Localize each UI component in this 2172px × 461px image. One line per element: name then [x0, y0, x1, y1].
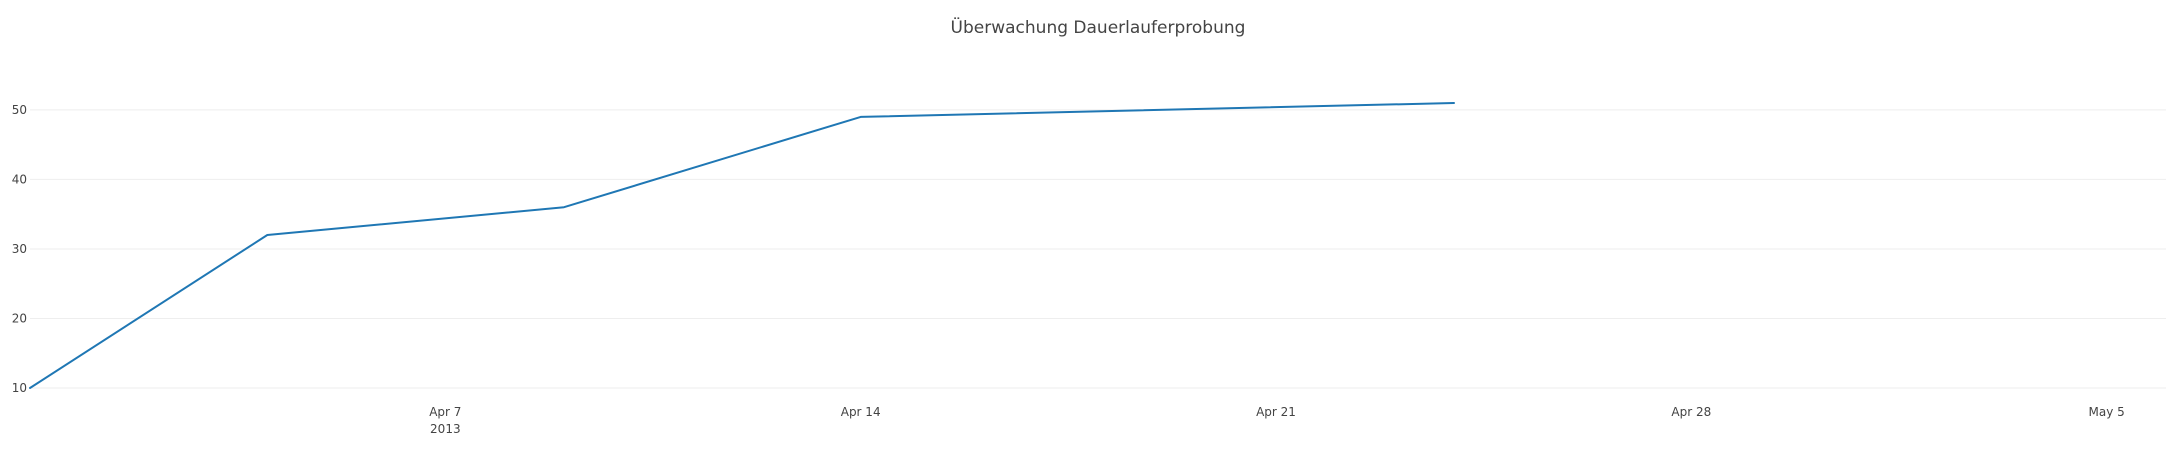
data-point: [1451, 100, 1457, 106]
y-axis-ticks: 10 20 30 40 50: [12, 103, 27, 395]
y-tick-label: 40: [12, 172, 27, 186]
x-tick-label: Apr 21: [1256, 405, 1296, 419]
y-tick-label: 10: [12, 381, 27, 395]
data-point: [27, 385, 33, 391]
y-tick-label: 50: [12, 103, 27, 117]
chart-container: Überwachung Dauerlauferprobung 10 20 30 40 5…: [0, 0, 2172, 461]
x-tick-label: Apr 7: [429, 405, 461, 419]
x-tick-label: Apr 14: [841, 405, 881, 419]
x-tick-year-label: 2013: [430, 422, 461, 436]
x-tick-label: Apr 28: [1671, 405, 1711, 419]
data-point: [264, 232, 270, 238]
series-layer: [27, 100, 1457, 391]
y-tick-label: 30: [12, 242, 27, 256]
data-point: [858, 114, 864, 120]
series-line: [29, 102, 1455, 389]
chart-title: Überwachung Dauerlauferprobung: [951, 16, 1246, 38]
grid-lines: [30, 109, 2166, 389]
line-chart: Überwachung Dauerlauferprobung 10 20 30 40 5…: [12, 16, 2166, 436]
y-tick-label: 20: [12, 311, 27, 325]
x-axis-ticks: Apr 7 2013 Apr 14 Apr 21 Apr 28 May 5: [429, 405, 2125, 436]
x-tick-label: May 5: [2089, 405, 2125, 419]
data-point: [561, 204, 567, 210]
